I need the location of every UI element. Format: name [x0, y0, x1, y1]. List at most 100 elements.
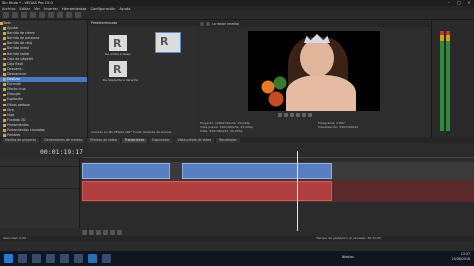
loop-icon[interactable]	[89, 230, 94, 235]
search-icon[interactable]	[18, 254, 27, 263]
preview-controls	[278, 113, 312, 117]
video-clip[interactable]	[82, 163, 170, 179]
tree-item-label: Caja de pépelet	[7, 56, 33, 61]
transitions-tree: Todo Ajustar Barrido de cierre Barrido de …	[0, 21, 88, 142]
save-icon[interactable]	[21, 12, 27, 18]
preview-settings-icon[interactable]	[200, 22, 204, 26]
timeline-ruler[interactable]	[82, 151, 474, 158]
presets-title: Predeterminado	[89, 21, 197, 26]
dock-tab[interactable]: Explorador	[149, 137, 173, 143]
menu-editar[interactable]: Editar	[19, 7, 30, 11]
redo-icon[interactable]	[48, 12, 54, 18]
menu-ayuda[interactable]: Ayuda	[119, 7, 130, 11]
play-start-icon[interactable]	[96, 230, 101, 235]
frame-info: Fotograma: 2.887 Visualización: 540x360x3…	[318, 121, 358, 129]
tree-item-label: Desvanecer	[7, 71, 27, 76]
menu-ver[interactable]: Ver	[34, 7, 40, 11]
preset-thumbnail: R	[155, 32, 181, 53]
dock-tab[interactable]: Recortador	[216, 137, 240, 143]
tree-item-label: Empujar	[7, 92, 21, 97]
video-frame	[248, 31, 380, 111]
preset-item[interactable]: R De arriba a abajo	[103, 35, 133, 56]
stop-icon[interactable]	[117, 230, 122, 235]
dock-tab[interactable]: Transiciones	[121, 137, 148, 143]
next-frame-icon[interactable]	[308, 113, 312, 117]
tree-item-label: Barrido de reloj	[7, 41, 33, 46]
task-view-icon[interactable]	[32, 254, 41, 263]
tree-item-label: Barrido de persiana	[7, 36, 40, 41]
menu-configuracion[interactable]: Configuración	[90, 7, 115, 11]
dock-tab[interactable]: Generadores de medios	[41, 137, 86, 143]
info-line: Visualización: 540x360x32	[318, 125, 359, 129]
tree-item-label: Desvane...	[7, 66, 25, 71]
status-bar: Velocidad: 0,00 Tiempo de grabación (2 ca…	[0, 236, 474, 241]
cut-icon[interactable]	[57, 12, 63, 18]
preview-quality[interactable]: Lo mejor (media)	[212, 22, 239, 26]
status-text: Velocidad: 0,00	[3, 236, 27, 240]
copy-icon[interactable]	[66, 12, 72, 18]
stop-icon[interactable]	[296, 113, 300, 117]
preset-item[interactable]: R	[153, 32, 183, 53]
info-line: Vista: 540x360x32, 29,970p	[200, 129, 243, 133]
edge-icon[interactable]	[46, 254, 55, 263]
folder-icon	[3, 98, 6, 102]
folder-icon	[3, 73, 6, 76]
main-toolbar	[0, 11, 474, 20]
preset-item[interactable]: R De izquierda a derecha	[103, 61, 138, 82]
level-meter-right	[446, 31, 450, 131]
tree-item-label: Portamientos cruzados	[7, 127, 45, 132]
video-track-header[interactable]	[0, 158, 79, 167]
app-icon[interactable]	[102, 254, 111, 263]
timecode: 00:01:19:17	[40, 148, 84, 156]
clock-date: 23/06/2018	[451, 257, 470, 261]
tree-item-label: Caja flash	[7, 61, 24, 66]
start-icon[interactable]	[4, 254, 13, 263]
pause-icon[interactable]	[110, 230, 115, 235]
video-clip[interactable]	[182, 163, 332, 179]
tree-item-label: Barrido de cierre	[7, 31, 35, 36]
video-preview-panel: Lo mejor (media) Proyecto: 1080x720x32, …	[198, 21, 430, 137]
prev-frame-icon[interactable]	[302, 113, 306, 117]
face	[300, 39, 334, 77]
track-headers	[0, 158, 80, 228]
menu-insertar[interactable]: Insertar	[44, 7, 58, 11]
dock-tab[interactable]: Vista previa de video	[174, 137, 215, 143]
playhead[interactable]	[297, 151, 298, 231]
play-icon[interactable]	[284, 113, 288, 117]
folder-icon	[3, 62, 6, 66]
clock: 13:37 23/06/2018	[452, 252, 470, 262]
folder-icon	[3, 83, 6, 86]
folder-icon	[3, 32, 6, 35]
undo-icon[interactable]	[39, 12, 45, 18]
preview-toolbar: Lo mejor (media)	[198, 21, 430, 27]
store-icon[interactable]	[74, 254, 83, 263]
render-icon[interactable]	[30, 12, 36, 18]
menu-herramientas[interactable]: Herramientas	[62, 7, 86, 11]
weather: Nieblas	[342, 255, 354, 259]
preset-thumbnail: R	[109, 35, 127, 51]
tree-item-label: Giro	[7, 107, 14, 112]
loop-icon[interactable]	[278, 113, 282, 117]
pause-icon[interactable]	[290, 113, 294, 117]
vegas-icon[interactable]	[88, 254, 97, 263]
level-meter-left	[440, 31, 444, 131]
audio-clip[interactable]	[82, 181, 332, 201]
play-icon[interactable]	[103, 230, 108, 235]
menu-archivo[interactable]: Archivo	[2, 7, 15, 11]
record-icon[interactable]	[82, 230, 87, 235]
paste-icon[interactable]	[75, 12, 81, 18]
dock-tab[interactable]: Medios de proyecto	[2, 137, 40, 143]
folder-icon	[3, 129, 6, 132]
folder-icon	[3, 52, 6, 56]
tree-item-label: Fundido 3D	[7, 117, 26, 122]
dock-tab[interactable]: Efectos de video	[87, 137, 120, 143]
folder-icon	[3, 42, 6, 46]
folder-icon	[3, 118, 6, 122]
split-screen-icon[interactable]	[206, 22, 210, 26]
tree-item-label: Barrido radial	[7, 51, 30, 56]
audio-track-header[interactable]	[0, 167, 79, 189]
folder-icon	[3, 103, 6, 107]
explorer-icon[interactable]	[60, 254, 69, 263]
open-icon[interactable]	[12, 12, 18, 18]
new-project-icon[interactable]	[3, 12, 9, 18]
